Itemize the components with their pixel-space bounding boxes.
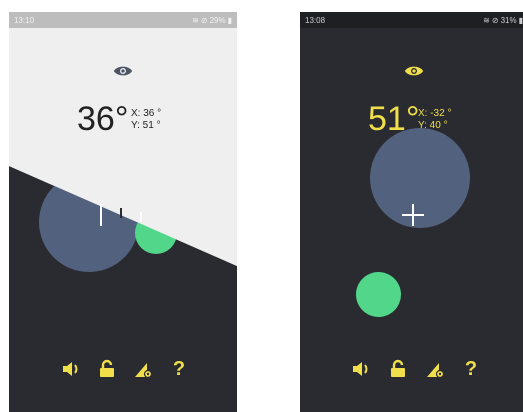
y-reading: Y: 40 °: [418, 120, 448, 131]
battery-icon: ▮: [227, 15, 232, 25]
wifi-icon: ≋: [483, 15, 490, 25]
angle-settings-icon: [135, 363, 153, 379]
battery-text: 31%: [500, 15, 517, 25]
dnd-icon: ⊘: [200, 15, 208, 25]
status-icons: ≋ ⊘ 31% ▮: [483, 16, 523, 25]
angle-value: 36°: [77, 100, 129, 138]
eye-icon[interactable]: [404, 64, 424, 78]
help-icon: ?: [464, 358, 478, 380]
control-bar: ?: [9, 358, 237, 380]
crosshair-icon: [402, 204, 424, 226]
help-button[interactable]: ?: [460, 358, 482, 380]
status-bar: 13:08 ≋ ⊘ 31% ▮: [300, 12, 523, 28]
speaker-button[interactable]: [60, 358, 82, 380]
status-bar: 13:10 ≋ ⊘ 29% ▮: [9, 12, 237, 28]
x-reading: X: -32 °: [418, 108, 452, 119]
phone-screen-right: 13:08 ≋ ⊘ 31% ▮ 51° X: -32 ° Y: 40 ° ?: [300, 12, 523, 412]
angle-settings-button[interactable]: [132, 358, 154, 380]
crosshair-marks: [100, 204, 142, 226]
unlock-icon: [100, 359, 114, 377]
dnd-icon: ⊘: [491, 15, 499, 25]
lock-button[interactable]: [96, 358, 118, 380]
status-icons: ≋ ⊘ 29% ▮: [192, 16, 232, 25]
speaker-icon: [63, 362, 78, 376]
angle-value: 51°: [368, 100, 420, 138]
status-time: 13:08: [305, 15, 326, 25]
x-reading: X: 36 °: [131, 108, 162, 119]
speaker-icon: [353, 362, 368, 376]
phone-screen-left: 13:10 ≋ ⊘ 29% ▮ 36° X: 36 ° Y: 51 ° ?: [9, 12, 237, 412]
battery-icon: ▮: [518, 15, 523, 25]
help-icon: ?: [172, 358, 186, 380]
lock-button[interactable]: [387, 358, 409, 380]
eye-icon[interactable]: [113, 64, 133, 78]
wifi-icon: ≋: [192, 15, 199, 25]
level-bubble-green: [356, 272, 401, 317]
help-button[interactable]: ?: [168, 358, 190, 380]
unlock-icon: [391, 359, 405, 377]
y-reading: Y: 51 °: [131, 120, 161, 131]
battery-text: 29%: [209, 15, 226, 25]
angle-settings-button[interactable]: [424, 358, 446, 380]
control-bar: ?: [300, 358, 523, 380]
speaker-button[interactable]: [350, 358, 372, 380]
angle-settings-icon: [427, 363, 445, 379]
status-time: 13:10: [14, 15, 35, 25]
